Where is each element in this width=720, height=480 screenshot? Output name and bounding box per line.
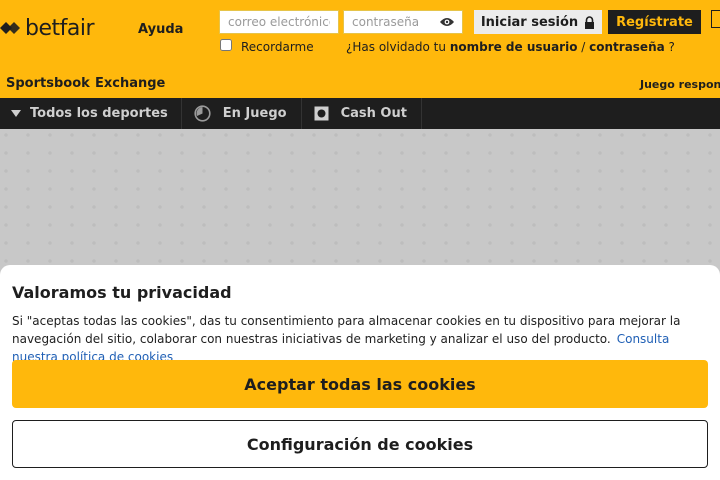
cookie-text: Si "aceptas todas las cookies", das tu c… bbox=[12, 312, 712, 366]
caret-down-icon bbox=[11, 110, 21, 117]
remember-label: Recordarme bbox=[241, 40, 314, 54]
cookie-consent-panel: Valoramos tu privacidad Si "aceptas toda… bbox=[0, 265, 720, 480]
forgot-password-link[interactable]: contraseña bbox=[589, 40, 665, 54]
nav-sportsbook[interactable]: Sportsbook bbox=[6, 76, 90, 91]
betfair-diamond-icon bbox=[0, 22, 20, 34]
sports-bar: Todos los deportes En Juego Cash Out bbox=[0, 98, 720, 129]
betfair-logo[interactable]: betfair bbox=[0, 14, 95, 42]
login-label: Iniciar sesión bbox=[480, 14, 579, 30]
help-link[interactable]: Ayuda bbox=[138, 22, 183, 37]
language-selector[interactable] bbox=[711, 10, 720, 28]
logo-text: betfair bbox=[25, 15, 95, 41]
cookie-body: Si "aceptas todas las cookies", das tu c… bbox=[12, 314, 681, 346]
password-input[interactable] bbox=[344, 11, 436, 33]
password-field bbox=[343, 10, 463, 34]
cookie-title: Valoramos tu privacidad bbox=[12, 283, 232, 302]
forgot-username-link[interactable]: nombre de usuario bbox=[450, 40, 578, 54]
tab-in-play-label: En Juego bbox=[222, 106, 287, 121]
forgot-suffix: ? bbox=[668, 40, 675, 54]
lock-icon bbox=[585, 15, 595, 29]
tab-cash-out[interactable]: Cash Out bbox=[302, 98, 422, 129]
forgot-separator: / bbox=[581, 40, 586, 54]
responsible-gaming-link[interactable]: Juego responsable bbox=[640, 78, 720, 91]
tab-cash-out-label: Cash Out bbox=[340, 106, 407, 121]
nav-exchange[interactable]: Exchange bbox=[95, 76, 165, 91]
login-button[interactable]: Iniciar sesión bbox=[474, 10, 602, 34]
email-input[interactable] bbox=[219, 10, 339, 34]
in-play-clock-icon bbox=[194, 105, 211, 122]
site-header: betfair Ayuda Iniciar sesión Regístrate … bbox=[0, 0, 720, 98]
eye-icon[interactable] bbox=[439, 16, 455, 28]
cash-out-icon bbox=[314, 106, 329, 121]
remember-me[interactable]: Recordarme bbox=[220, 39, 314, 54]
accept-cookies-button[interactable]: Aceptar todas las cookies bbox=[12, 360, 708, 408]
tab-in-play[interactable]: En Juego bbox=[182, 98, 302, 129]
cookie-settings-button[interactable]: Configuración de cookies bbox=[12, 420, 708, 468]
remember-checkbox[interactable] bbox=[220, 39, 232, 51]
forgot-prefix: ¿Has olvidado tu bbox=[346, 40, 446, 54]
register-button[interactable]: Regístrate bbox=[608, 10, 701, 34]
tab-all-sports[interactable]: Todos los deportes bbox=[0, 98, 182, 129]
tab-all-sports-label: Todos los deportes bbox=[30, 106, 168, 121]
forgot-credentials: ¿Has olvidado tu nombre de usuario / con… bbox=[346, 40, 675, 54]
